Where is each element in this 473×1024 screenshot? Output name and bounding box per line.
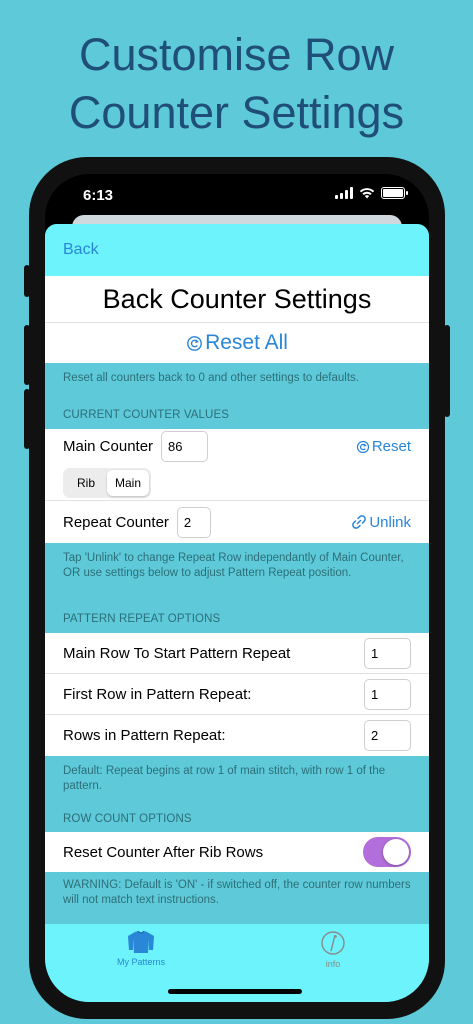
main-row-start-input[interactable]: 1 (364, 637, 411, 669)
headline-line-2: Counter Settings (68, 87, 405, 138)
battery-icon (381, 187, 408, 199)
rows-in-repeat-input[interactable]: 2 (364, 720, 411, 751)
info-icon (321, 931, 345, 955)
pattern-repeat-label: First Row in Pattern Repeat: (63, 685, 252, 703)
page-title: Back Counter Settings (45, 276, 429, 323)
home-indicator (168, 989, 302, 994)
phone-volume-down (24, 389, 30, 449)
settings-sheet: Back Back Counter Settings Reset All Res… (45, 224, 429, 1002)
toggle-knob (383, 839, 409, 865)
phone-volume-up (24, 325, 30, 385)
headline: Customise Row Counter Settings (0, 26, 473, 142)
current-values-group: Main Counter 86 Reset Rib Main Repeat Co… (45, 429, 429, 543)
notch (140, 174, 334, 204)
main-counter-cell: Main Counter 86 Reset Rib Main (45, 429, 429, 501)
unlink-label: Unlink (369, 513, 411, 531)
row-count-warning: WARNING: Default is 'ON' - if switched o… (63, 879, 411, 906)
reset-all-button[interactable]: Reset All (45, 323, 429, 363)
pattern-repeat-group: Main Row To Start Pattern Repeat 1 First… (45, 633, 429, 756)
reset-after-rib-label: Reset Counter After Rib Rows (63, 843, 264, 861)
status-icons (335, 187, 408, 199)
reset-after-rib-toggle[interactable] (363, 837, 411, 867)
reset-icon (187, 335, 202, 351)
back-button[interactable]: Back (63, 241, 99, 259)
status-time: 6:13 (83, 187, 114, 204)
reset-after-rib-cell: Reset Counter After Rib Rows (45, 832, 429, 872)
reset-button[interactable]: Reset (356, 438, 411, 455)
signal-icon (335, 187, 353, 199)
wifi-icon (359, 188, 375, 199)
phone-power-button (444, 325, 450, 417)
first-row-input[interactable]: 1 (364, 678, 411, 710)
repeat-counter-cell: Repeat Counter 2 Unlink (45, 501, 429, 543)
pattern-repeat-label: Rows in Pattern Repeat: (63, 727, 226, 744)
reset-icon (356, 440, 369, 453)
section-header-current: CURRENT COUNTER VALUES (63, 409, 229, 421)
pattern-repeat-label: Main Row To Start Pattern Repeat (63, 644, 291, 662)
segment-rib[interactable]: Rib (65, 470, 107, 496)
unlink-button[interactable]: Unlink (351, 514, 411, 531)
tab-bar: My Patterns info (45, 924, 429, 1002)
repeat-counter-label: Repeat Counter (63, 513, 169, 531)
phone-screen: 6:13 Back Back Counter Settings Reset Al… (45, 174, 429, 1002)
tab-label-info: info (325, 959, 341, 969)
pattern-repeat-row: Rows in Pattern Repeat: 2 (45, 715, 429, 756)
segment-main[interactable]: Main (107, 470, 149, 496)
reset-all-footnote: Reset all counters back to 0 and other s… (63, 372, 359, 384)
section-header-pattern-repeat: PATTERN REPEAT OPTIONS (63, 613, 221, 625)
stitch-segmented-control: Rib Main (63, 468, 151, 498)
row-count-group: Reset Counter After Rib Rows (45, 832, 429, 872)
pattern-repeat-row: Main Row To Start Pattern Repeat 1 (45, 633, 429, 674)
sweater-icon (128, 930, 154, 953)
nav-bar: Back (45, 224, 429, 276)
reset-all-label: Reset All (205, 331, 288, 354)
main-counter-input[interactable]: 86 (161, 431, 209, 462)
link-icon (352, 515, 367, 529)
phone-frame: 6:13 Back Back Counter Settings Reset Al… (24, 157, 450, 1019)
section-header-row-count: ROW COUNT OPTIONS (63, 813, 192, 825)
repeat-counter-input[interactable]: 2 (176, 506, 211, 538)
headline-line-1: Customise Row (78, 29, 395, 80)
tab-label-my-patterns: My Patterns (116, 957, 165, 967)
main-counter-label: Main Counter (63, 438, 154, 455)
phone-side-button (24, 265, 30, 297)
pattern-repeat-row: First Row in Pattern Repeat: 1 (45, 674, 429, 715)
reset-label: Reset (371, 438, 411, 455)
current-values-footnote: Tap 'Unlink' to change Repeat Row indepe… (63, 552, 404, 579)
pattern-repeat-footnote: Default: Repeat begins at row 1 of main … (63, 765, 386, 792)
